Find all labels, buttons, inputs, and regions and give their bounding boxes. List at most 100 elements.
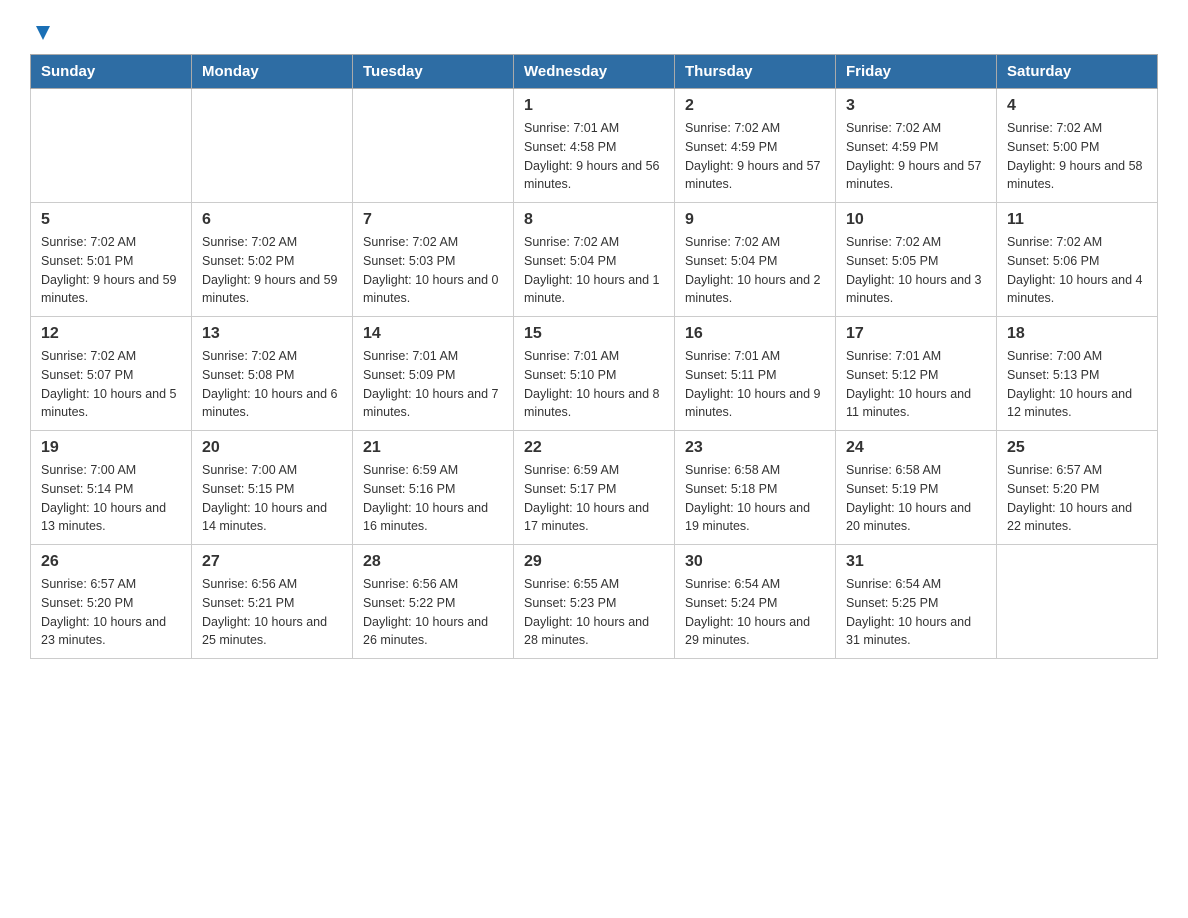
day-info: Sunrise: 7:00 AM Sunset: 5:14 PM Dayligh… [41,461,181,536]
day-number: 3 [846,97,986,115]
day-number: 12 [41,325,181,343]
calendar-cell: 24Sunrise: 6:58 AM Sunset: 5:19 PM Dayli… [836,431,997,545]
day-number: 10 [846,211,986,229]
day-number: 26 [41,553,181,571]
calendar-cell: 26 Sunrise: 6:57 AM Sunset: 5:20 PM Dayli… [31,545,192,659]
day-number: 13 [202,325,342,343]
day-number: 9 [685,211,825,229]
day-of-week-header: Friday [836,55,997,89]
calendar-cell: 31 Sunrise: 6:54 AM Sunset: 5:25 PM Dayli… [836,545,997,659]
day-number: 27 [202,553,342,571]
day-info: Sunrise: 7:02 AM Sunset: 5:06 PM Dayligh… [1007,233,1147,308]
day-info: Sunrise: 7:02 AM Sunset: 5:07 PM Dayligh… [41,347,181,422]
day-info: Sunrise: 7:02 AM Sunset: 5:04 PM Dayligh… [685,233,825,308]
day-number: 22 [524,439,664,457]
day-number: 5 [41,211,181,229]
day-info: Sunrise: 6:54 AM Sunset: 5:24 PM Dayligh… [685,575,825,650]
day-of-week-header: Tuesday [353,55,514,89]
calendar-cell: 4 Sunrise: 7:02 AM Sunset: 5:00 PM Daylig… [997,89,1158,203]
day-number: 15 [524,325,664,343]
day-info: Sunrise: 7:02 AM Sunset: 5:03 PM Dayligh… [363,233,503,308]
day-info: Sunrise: 7:02 AM Sunset: 5:04 PM Dayligh… [524,233,664,308]
calendar-cell: 11 Sunrise: 7:02 AM Sunset: 5:06 PM Dayli… [997,203,1158,317]
calendar-cell: 20 Sunrise: 7:00 AM Sunset: 5:15 PM Dayli… [192,431,353,545]
day-of-week-header: Sunday [31,55,192,89]
calendar-cell: 7 Sunrise: 7:02 AM Sunset: 5:03 PM Daylig… [353,203,514,317]
day-number: 19 [41,439,181,457]
day-info: Sunrise: 6:55 AM Sunset: 5:23 PM Dayligh… [524,575,664,650]
calendar-table: SundayMondayTuesdayWednesdayThursdayFrid… [30,54,1158,659]
calendar-header-row: SundayMondayTuesdayWednesdayThursdayFrid… [31,55,1158,89]
calendar-cell: 13 Sunrise: 7:02 AM Sunset: 5:08 PM Dayli… [192,317,353,431]
calendar-cell: 9 Sunrise: 7:02 AM Sunset: 5:04 PM Daylig… [675,203,836,317]
day-info: Sunrise: 6:57 AM Sunset: 5:20 PM Dayligh… [41,575,181,650]
page-header [30,20,1158,38]
calendar-cell: 22 Sunrise: 6:59 AM Sunset: 5:17 PM Dayli… [514,431,675,545]
calendar-week-row: 1 Sunrise: 7:01 AM Sunset: 4:58 PM Daylig… [31,89,1158,203]
calendar-cell: 19 Sunrise: 7:00 AM Sunset: 5:14 PM Dayli… [31,431,192,545]
calendar-cell [353,89,514,203]
day-info: Sunrise: 7:01 AM Sunset: 5:09 PM Dayligh… [363,347,503,422]
day-number: 24 [846,439,986,457]
calendar-cell: 30 Sunrise: 6:54 AM Sunset: 5:24 PM Dayli… [675,545,836,659]
day-number: 11 [1007,211,1147,229]
day-info: Sunrise: 6:59 AM Sunset: 5:17 PM Dayligh… [524,461,664,536]
logo [30,20,54,38]
day-info: Sunrise: 7:01 AM Sunset: 5:10 PM Dayligh… [524,347,664,422]
logo-triangle-icon [32,22,54,44]
day-number: 18 [1007,325,1147,343]
day-number: 31 [846,553,986,571]
day-info: Sunrise: 6:57 AM Sunset: 5:20 PM Dayligh… [1007,461,1147,536]
calendar-cell [997,545,1158,659]
day-info: Sunrise: 7:01 AM Sunset: 5:12 PM Dayligh… [846,347,986,422]
calendar-cell [192,89,353,203]
day-number: 28 [363,553,503,571]
calendar-cell: 12 Sunrise: 7:02 AM Sunset: 5:07 PM Dayli… [31,317,192,431]
calendar-week-row: 5 Sunrise: 7:02 AM Sunset: 5:01 PM Daylig… [31,203,1158,317]
calendar-cell: 16Sunrise: 7:01 AM Sunset: 5:11 PM Dayli… [675,317,836,431]
day-info: Sunrise: 6:54 AM Sunset: 5:25 PM Dayligh… [846,575,986,650]
calendar-week-row: 19 Sunrise: 7:00 AM Sunset: 5:14 PM Dayli… [31,431,1158,545]
day-info: Sunrise: 7:02 AM Sunset: 4:59 PM Dayligh… [685,119,825,194]
day-info: Sunrise: 6:56 AM Sunset: 5:21 PM Dayligh… [202,575,342,650]
calendar-cell: 27 Sunrise: 6:56 AM Sunset: 5:21 PM Dayli… [192,545,353,659]
calendar-cell: 14 Sunrise: 7:01 AM Sunset: 5:09 PM Dayli… [353,317,514,431]
calendar-cell: 28 Sunrise: 6:56 AM Sunset: 5:22 PM Dayli… [353,545,514,659]
day-info: Sunrise: 7:02 AM Sunset: 5:02 PM Dayligh… [202,233,342,308]
day-of-week-header: Saturday [997,55,1158,89]
day-number: 1 [524,97,664,115]
day-number: 7 [363,211,503,229]
day-number: 17 [846,325,986,343]
day-number: 29 [524,553,664,571]
day-number: 23 [685,439,825,457]
day-info: Sunrise: 7:02 AM Sunset: 5:01 PM Dayligh… [41,233,181,308]
day-number: 21 [363,439,503,457]
calendar-cell: 10 Sunrise: 7:02 AM Sunset: 5:05 PM Dayli… [836,203,997,317]
calendar-cell [31,89,192,203]
day-number: 20 [202,439,342,457]
day-info: Sunrise: 6:56 AM Sunset: 5:22 PM Dayligh… [363,575,503,650]
day-info: Sunrise: 7:00 AM Sunset: 5:13 PM Dayligh… [1007,347,1147,422]
day-number: 6 [202,211,342,229]
day-number: 16 [685,325,825,343]
day-info: Sunrise: 7:02 AM Sunset: 5:00 PM Dayligh… [1007,119,1147,194]
calendar-cell: 17 Sunrise: 7:01 AM Sunset: 5:12 PM Dayli… [836,317,997,431]
day-number: 4 [1007,97,1147,115]
calendar-cell: 6 Sunrise: 7:02 AM Sunset: 5:02 PM Daylig… [192,203,353,317]
day-number: 30 [685,553,825,571]
day-number: 2 [685,97,825,115]
day-info: Sunrise: 6:58 AM Sunset: 5:18 PM Dayligh… [685,461,825,536]
calendar-cell: 29 Sunrise: 6:55 AM Sunset: 5:23 PM Dayli… [514,545,675,659]
calendar-cell: 21Sunrise: 6:59 AM Sunset: 5:16 PM Dayli… [353,431,514,545]
day-info: Sunrise: 7:02 AM Sunset: 5:08 PM Dayligh… [202,347,342,422]
calendar-week-row: 12 Sunrise: 7:02 AM Sunset: 5:07 PM Dayli… [31,317,1158,431]
day-number: 14 [363,325,503,343]
day-info: Sunrise: 7:01 AM Sunset: 4:58 PM Dayligh… [524,119,664,194]
day-info: Sunrise: 7:02 AM Sunset: 5:05 PM Dayligh… [846,233,986,308]
day-of-week-header: Monday [192,55,353,89]
calendar-cell: 23 Sunrise: 6:58 AM Sunset: 5:18 PM Dayli… [675,431,836,545]
calendar-cell: 1 Sunrise: 7:01 AM Sunset: 4:58 PM Daylig… [514,89,675,203]
day-number: 8 [524,211,664,229]
calendar-cell: 18 Sunrise: 7:00 AM Sunset: 5:13 PM Dayli… [997,317,1158,431]
day-info: Sunrise: 7:00 AM Sunset: 5:15 PM Dayligh… [202,461,342,536]
